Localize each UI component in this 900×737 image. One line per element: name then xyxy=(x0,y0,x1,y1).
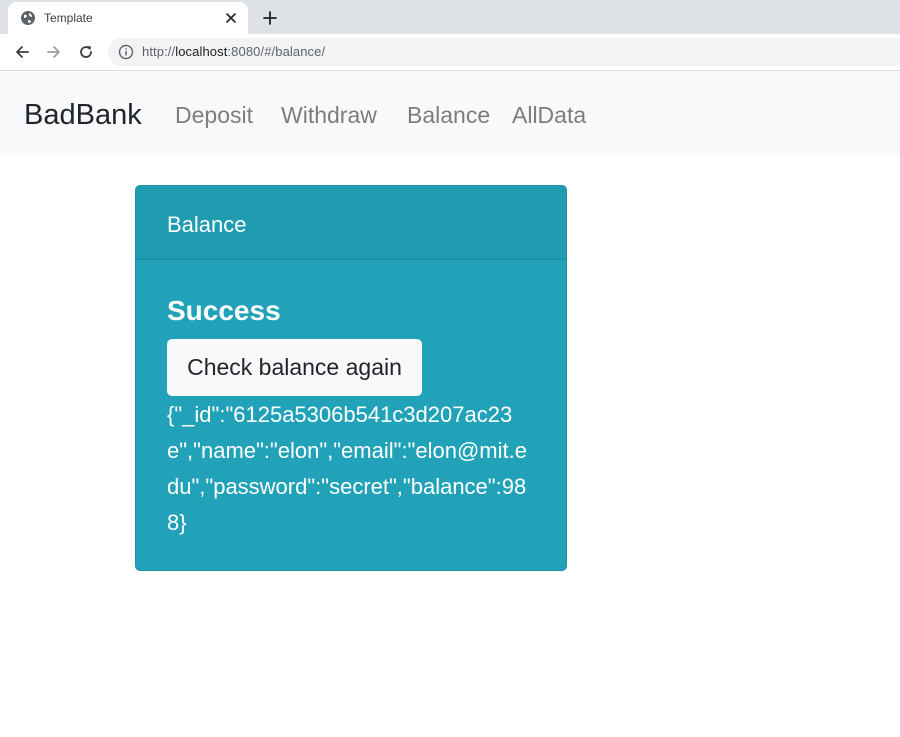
address-url: http://localhost:8080/#/balance/ xyxy=(142,44,326,59)
nav-link-balance[interactable]: Balance xyxy=(407,100,490,130)
nav-link-withdraw[interactable]: Withdraw xyxy=(281,100,377,130)
info-icon[interactable] xyxy=(118,44,134,60)
card-header-title: Balance xyxy=(167,212,247,237)
nav-link-deposit[interactable]: Deposit xyxy=(175,100,253,130)
card-header: Balance xyxy=(136,186,566,260)
forward-arrow-icon[interactable] xyxy=(42,40,66,64)
brand-link[interactable]: BadBank xyxy=(24,98,142,132)
close-icon[interactable] xyxy=(222,9,240,27)
browser-tabstrip: Template xyxy=(0,0,900,34)
back-arrow-icon[interactable] xyxy=(10,40,34,64)
address-bar[interactable]: http://localhost:8080/#/balance/ xyxy=(108,38,900,66)
globe-icon xyxy=(20,10,36,26)
browser-tab[interactable]: Template xyxy=(8,2,248,34)
tab-title: Template xyxy=(44,11,93,25)
status-message: Success xyxy=(167,295,281,326)
check-balance-button[interactable]: Check balance again xyxy=(167,339,422,396)
nav-link-alldata[interactable]: AllData xyxy=(512,100,586,130)
balance-result: {"_id":"6125a5306b541c3d207ac23e","name"… xyxy=(167,402,527,535)
plus-icon[interactable] xyxy=(258,6,282,30)
reload-icon[interactable] xyxy=(74,40,98,64)
browser-toolbar: http://localhost:8080/#/balance/ xyxy=(0,34,900,71)
balance-card: Balance Success Check balance again {"_i… xyxy=(135,185,567,571)
app-navbar: BadBank Deposit Withdraw Balance AllData xyxy=(0,71,900,155)
